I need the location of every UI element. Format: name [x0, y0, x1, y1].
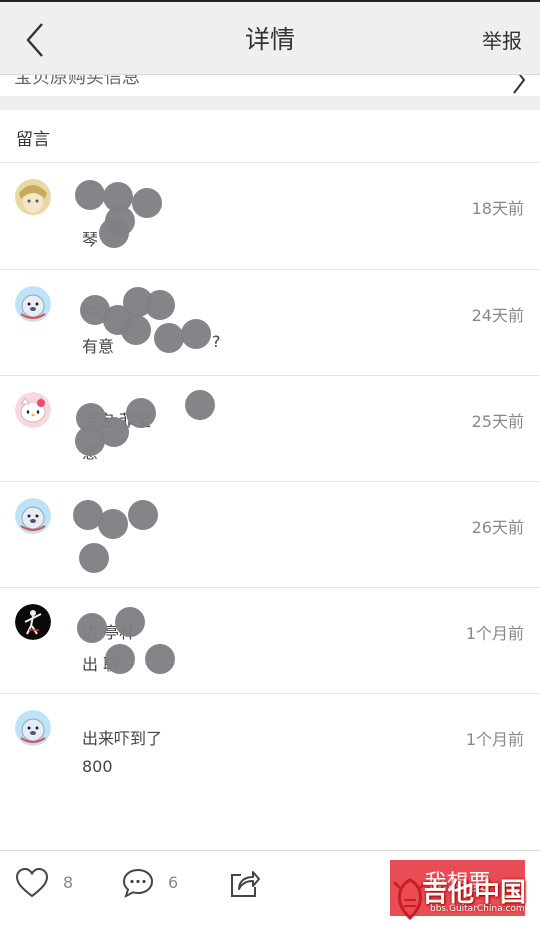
- blur-patch: [145, 644, 175, 674]
- dancer-avatar[interactable]: [15, 604, 51, 640]
- comment-text: 800: [82, 757, 113, 776]
- comment-time: 24天前: [471, 306, 524, 325]
- blur-patch: [121, 315, 151, 345]
- comment-count: 6: [168, 873, 179, 892]
- comment-text: 有意: [82, 337, 115, 356]
- comments-heading: 留言: [16, 130, 50, 150]
- comment-item[interactable]: 琴 18天前: [0, 163, 540, 269]
- comment-time: 25天前: [471, 412, 524, 431]
- comment-time: 26天前: [471, 518, 524, 537]
- comment-item[interactable]: 边 亭林 出 聊 1个月前: [0, 588, 540, 694]
- blur-patch: [145, 290, 175, 320]
- comment-author: 出来吓到了: [82, 729, 163, 748]
- comment-item[interactable]: ko 有意 24天前 ?: [0, 270, 540, 376]
- comment-text-fragment: ?: [212, 332, 221, 351]
- seal-avatar[interactable]: [15, 498, 51, 534]
- blur-patch: [115, 607, 145, 637]
- section-gap: [0, 96, 540, 110]
- hello-kitty-avatar[interactable]: [15, 392, 51, 428]
- watermark-url: bbs.GuitarChina.com: [430, 904, 525, 914]
- comment-bubble-icon[interactable]: [121, 867, 155, 899]
- blur-patch: [99, 218, 129, 248]
- anime-avatar[interactable]: [15, 179, 51, 215]
- nav-bar: 详情 举报: [0, 2, 540, 75]
- comment-time: 18天前: [471, 199, 524, 218]
- comment-text: 琴: [82, 230, 99, 249]
- blur-patch: [132, 188, 162, 218]
- blur-patch: [77, 613, 107, 643]
- blur-patch: [185, 390, 215, 420]
- like-count: 8: [63, 873, 74, 892]
- site-watermark: 吉他中国 bbs.GuitarChina.com: [392, 872, 540, 924]
- blur-patch: [79, 543, 109, 573]
- blur-patch: [126, 398, 156, 428]
- comment-item[interactable]: 出来吓到了 800 1个月前: [0, 694, 540, 800]
- page-title: 详情: [244, 25, 295, 54]
- blur-patch: [154, 323, 184, 353]
- comment-time: 1个月前: [465, 730, 524, 749]
- heart-icon[interactable]: [15, 867, 49, 899]
- comment-item[interactable]: 宝宝 菲宝 意 25天前: [0, 376, 540, 482]
- chevron-right-icon: [513, 75, 526, 94]
- blur-patch: [128, 500, 158, 530]
- blur-patch: [181, 319, 211, 349]
- comment-item[interactable]: 26天前: [0, 482, 540, 588]
- share-icon[interactable]: [229, 867, 261, 899]
- seal-avatar[interactable]: [15, 710, 51, 746]
- comment-time: 1个月前: [465, 624, 524, 643]
- product-info-row[interactable]: 宝贝原购买信息: [0, 75, 540, 96]
- blur-patch: [98, 509, 128, 539]
- blur-patch: [75, 180, 105, 210]
- product-info-label: 宝贝原购买信息: [14, 75, 140, 88]
- seal-avatar[interactable]: [15, 286, 51, 322]
- report-button[interactable]: 举报: [482, 25, 522, 54]
- blur-patch: [105, 644, 135, 674]
- blur-patch: [75, 426, 105, 456]
